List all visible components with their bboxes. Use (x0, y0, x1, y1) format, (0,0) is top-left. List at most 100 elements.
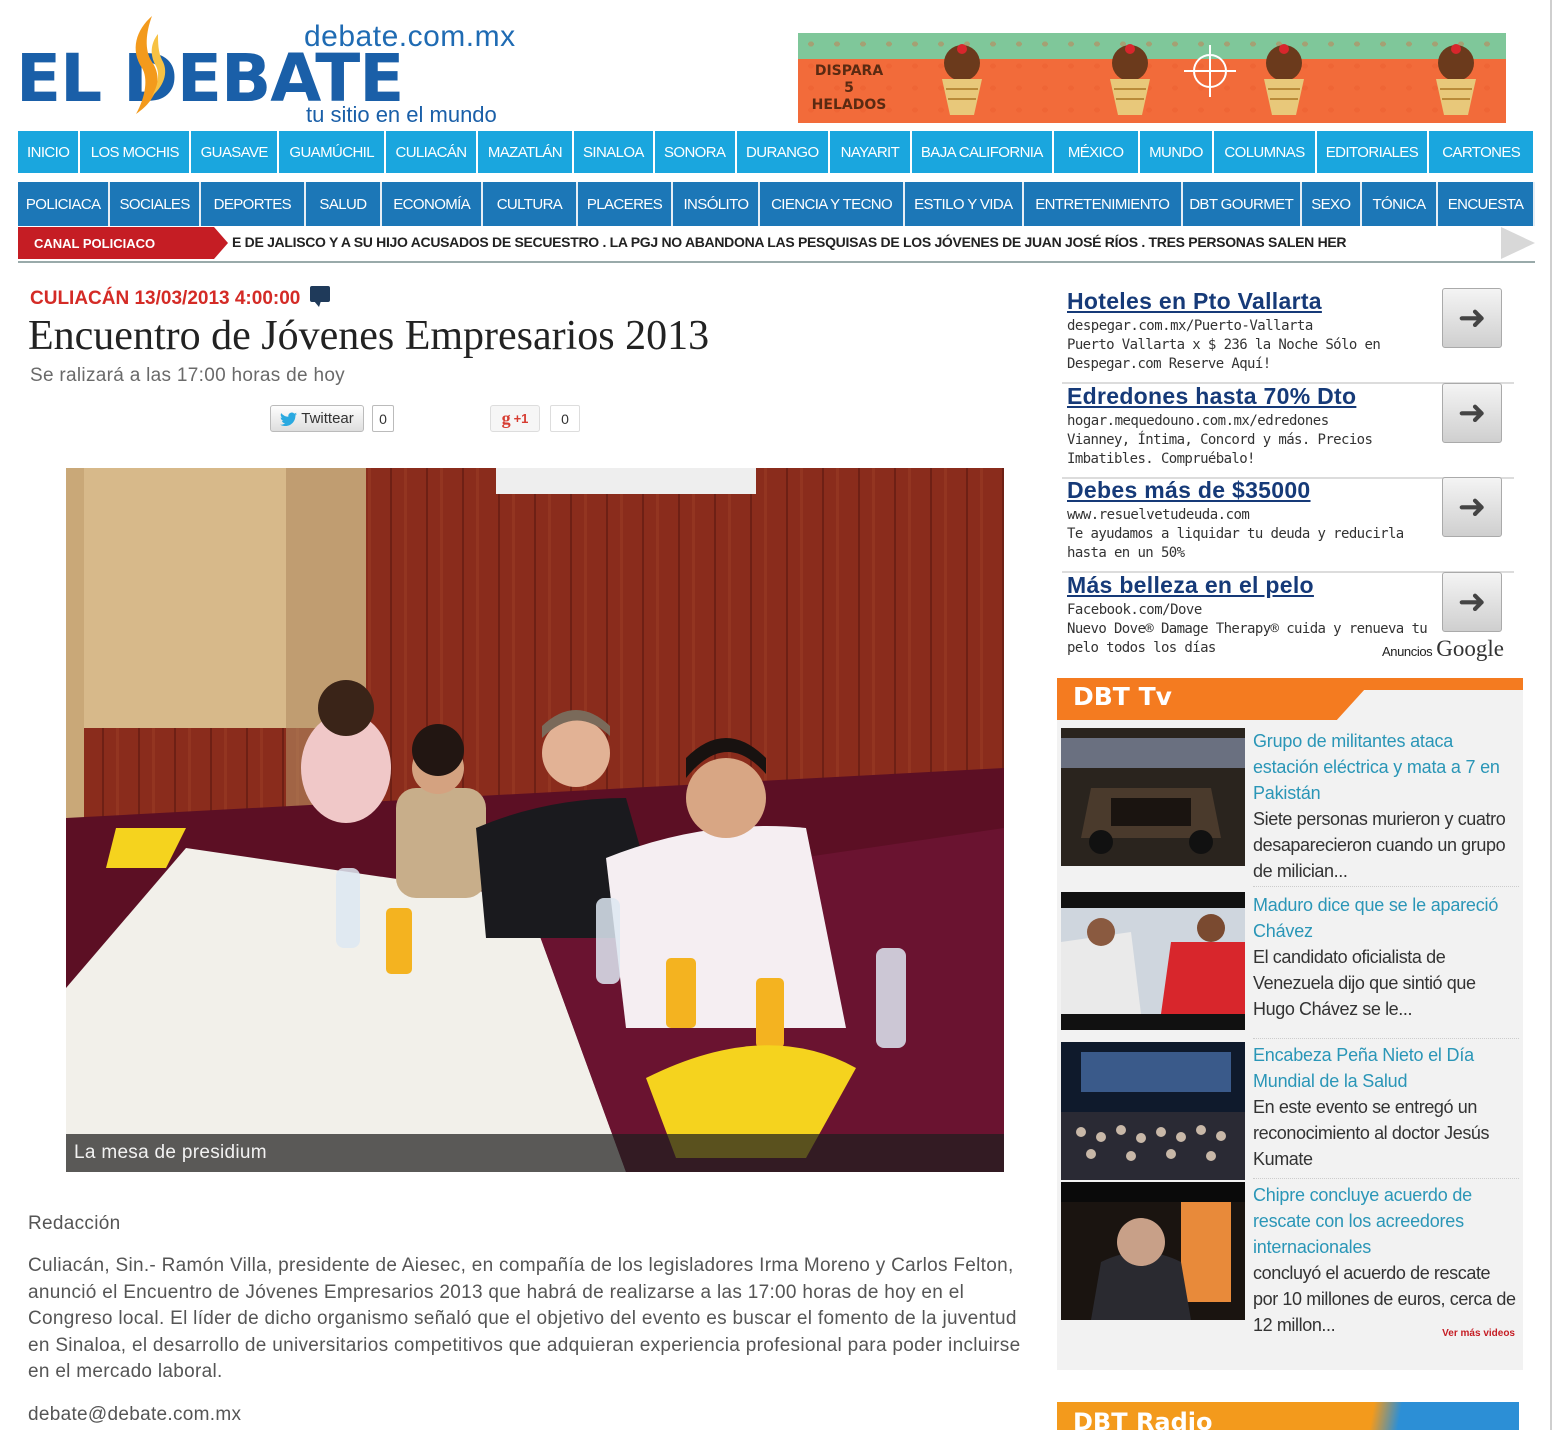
ad-url: Facebook.com/Dove (1067, 602, 1202, 618)
logo-tagline: tu sitio en el mundo (306, 102, 497, 127)
ad-title[interactable]: Hoteles en Pto Vallarta (1067, 288, 1322, 315)
ticker-next-icon[interactable] (1501, 227, 1535, 259)
ad-title[interactable]: Más belleza en el pelo (1067, 572, 1314, 599)
divider (1253, 886, 1519, 887)
nav-item[interactable]: PLACERES (578, 182, 674, 226)
nav-item[interactable]: ENTRETENIMIENTO (1024, 182, 1183, 226)
arrow-right-icon[interactable]: ➜ (1442, 572, 1502, 632)
site-logo[interactable]: debate.com.mx EL DEBATE tu sitio en el m… (16, 8, 536, 130)
article-meta-text: CULIACÁN 13/03/2013 4:00:00 (30, 288, 301, 309)
video-title[interactable]: Chipre concluye acuerdo de rescate con l… (1253, 1182, 1519, 1260)
nav-item[interactable]: CIENCIA Y TECNO (760, 182, 905, 226)
tweet-count: 0 (372, 405, 394, 432)
nav-item[interactable]: SOCIALES (110, 182, 201, 226)
video-description: El candidato oficialista de Venezuela di… (1253, 947, 1476, 1019)
ticker-label[interactable]: CANAL POLICIACO (18, 227, 214, 259)
thumbnail-image (1061, 892, 1245, 1030)
ad-url: www.resuelvetudeuda.com (1067, 507, 1250, 523)
nav-item[interactable]: EDITORIALES (1317, 131, 1430, 173)
tweet-button[interactable]: Twittear (270, 405, 364, 432)
dbt-tv-header: DBT Tv (1057, 678, 1523, 720)
ice-cream-icon (1110, 44, 1150, 115)
nav-item[interactable]: ENCUESTA (1438, 182, 1535, 226)
crosshair-icon (1184, 45, 1236, 97)
nav-item[interactable]: ESTILO Y VIDA (905, 182, 1024, 226)
nav-item[interactable]: INICIO (18, 131, 81, 173)
thumbnail-image (1061, 728, 1245, 866)
arrow-right-icon[interactable]: ➜ (1442, 288, 1502, 348)
ads-by-label: Anuncios (1382, 644, 1433, 659)
ad-description: Te ayudamos a liquidar tu deuda y reduci… (1067, 526, 1404, 561)
sponsored-ad[interactable]: Edredones hasta 70% Dto hogar.mequedouno… (1062, 383, 1514, 479)
nav-item[interactable]: MAZATLÁN (478, 131, 575, 173)
nav-item[interactable]: CARTONES (1429, 131, 1536, 173)
nav-item[interactable]: INSÓLITO (673, 182, 761, 226)
nav-item[interactable]: ECONOMÍA (382, 182, 484, 226)
nav-item[interactable]: BAJA CALIFORNIA (912, 131, 1054, 173)
article-byline: Redacción (28, 1213, 121, 1234)
nav-item[interactable]: SEXO (1302, 182, 1362, 226)
video-description: Siete personas murieron y cuatro desapar… (1253, 809, 1506, 881)
dbt-radio-label: DBT Radio (1073, 1408, 1213, 1430)
video-description: concluyó el acuerdo de rescate por 10 mi… (1253, 1263, 1516, 1335)
ticker-label-tip (214, 227, 228, 259)
nav-item[interactable]: SALUD (306, 182, 383, 226)
video-thumbnail[interactable] (1061, 892, 1245, 1030)
nav-item[interactable]: DURANGO (737, 131, 830, 173)
video-thumbnail[interactable] (1061, 728, 1245, 866)
article-title: Encuentro de Jóvenes Empresarios 2013 (28, 313, 710, 359)
ad-url: hogar.mequedouno.com.mx/edredones (1067, 413, 1329, 429)
video-thumbnail[interactable] (1061, 1182, 1245, 1320)
nav-item[interactable]: DEPORTES (201, 182, 306, 226)
ad-text: DISPARA 5 HELADOS (811, 63, 887, 113)
divider (1253, 1038, 1519, 1039)
article-meta: CULIACÁN 13/03/2013 4:00:00 (30, 286, 331, 310)
nav-item[interactable]: MUNDO (1140, 131, 1215, 173)
nav-item[interactable]: CULTURA (483, 182, 578, 226)
nav-item[interactable]: LOS MOCHIS (80, 131, 192, 173)
news-ticker: CANAL POLICIACO E DE JALISCO Y A SU HIJO… (18, 227, 1535, 263)
nav-item[interactable]: SONORA (655, 131, 737, 173)
dbt-tv-label: DBT Tv (1073, 682, 1172, 711)
video-thumbnail[interactable] (1061, 1042, 1245, 1180)
dbt-radio-header: DBT Radio (1057, 1402, 1519, 1430)
nav-item[interactable]: DBT GOURMET (1183, 182, 1302, 226)
arrow-right-icon[interactable]: ➜ (1442, 477, 1502, 537)
nav-item[interactable]: SINALOA (574, 131, 655, 173)
arrow-right-icon[interactable]: ➜ (1442, 383, 1502, 443)
ice-cream-icon (1436, 44, 1476, 115)
press-conference-image (66, 468, 1004, 1172)
google-logo: Google (1436, 636, 1504, 661)
ad-description: Nuevo Dove® Damage Therapy® cuida y renu… (1067, 621, 1428, 656)
ad-url: despegar.com.mx/Puerto-Vallarta (1067, 318, 1313, 334)
google-plus-button[interactable]: g +1 (490, 405, 540, 432)
contact-email[interactable]: debate@debate.com.mx (28, 1404, 241, 1426)
ad-title[interactable]: Edredones hasta 70% Dto (1067, 383, 1356, 410)
article-photo[interactable]: La mesa de presidium (66, 468, 1004, 1172)
video-description: En este evento se entregó un reconocimie… (1253, 1097, 1490, 1169)
nav-item[interactable]: POLICIACA (18, 182, 111, 226)
nav-item[interactable]: NAYARIT (830, 131, 912, 173)
video-title[interactable]: Maduro dice que se le apareció Chávez (1253, 892, 1519, 944)
ticker-text[interactable]: E DE JALISCO Y A SU HIJO ACUSADOS DE SEC… (232, 234, 1502, 250)
article-subtitle: Se ralizará a las 17:00 horas de hoy (30, 365, 345, 386)
nav-item[interactable]: MÉXICO (1054, 131, 1140, 173)
article-body: Culiacán, Sin.- Ramón Villa, presidente … (28, 1255, 1021, 1382)
video-title[interactable]: Grupo de militantes ataca estación eléct… (1253, 728, 1519, 806)
more-videos-link[interactable]: Ver más videos (1442, 1328, 1515, 1339)
ice-cream-icon (1264, 44, 1304, 115)
sponsored-ad[interactable]: Debes más de $35000 www.resuelvetudeuda.… (1062, 477, 1514, 573)
comment-icon[interactable] (310, 286, 331, 307)
nav-item[interactable]: GUASAVE (191, 131, 279, 173)
nav-item[interactable]: GUAMÚCHIL (279, 131, 387, 173)
photo-caption: La mesa de presidium (66, 1134, 1004, 1172)
header-banner-ad[interactable]: DISPARA 5 HELADOS (798, 33, 1506, 123)
ad-title[interactable]: Debes más de $35000 (1067, 477, 1311, 504)
nav-item[interactable]: TÓNICA (1362, 182, 1439, 226)
divider (1253, 1178, 1519, 1179)
video-title[interactable]: Encabeza Peña Nieto el Día Mundial de la… (1253, 1042, 1519, 1094)
nav-item[interactable]: CULIACÁN (386, 131, 478, 173)
nav-item[interactable]: COLUMNAS (1214, 131, 1317, 173)
ads-by-google[interactable]: Anuncios Google (1382, 636, 1504, 662)
sponsored-ad[interactable]: Hoteles en Pto Vallarta despegar.com.mx/… (1062, 288, 1514, 384)
